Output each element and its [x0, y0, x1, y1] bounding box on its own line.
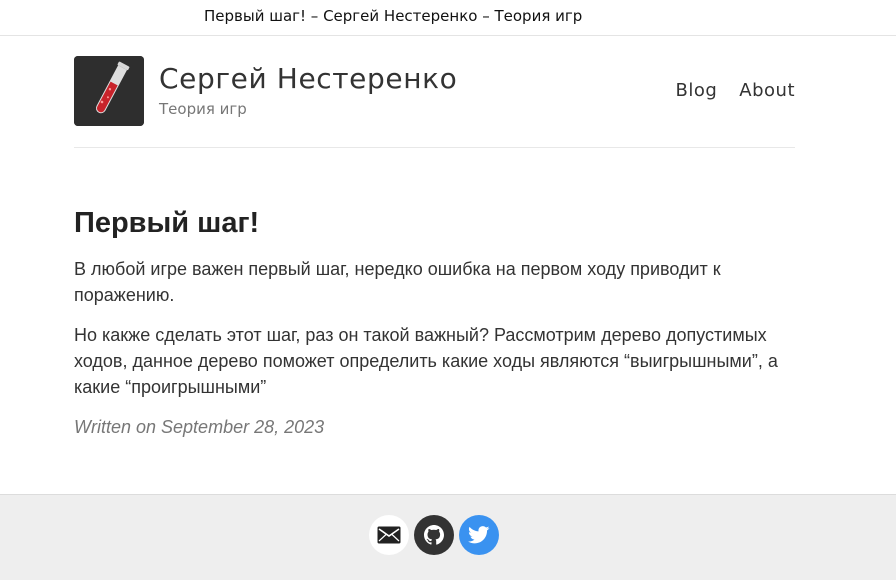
- window-title: Первый шаг! – Сергей Нестеренко – Теория…: [204, 7, 583, 25]
- post-paragraph: Но какже сделать этот шаг, раз он такой …: [74, 325, 778, 397]
- main-nav: Blog About: [675, 80, 795, 101]
- post-date: Written on September 28, 2023: [74, 417, 325, 437]
- post-content: Первый шаг! В любой игре важен первый ша…: [74, 204, 794, 440]
- site-footer: [0, 494, 896, 580]
- github-icon: [424, 525, 444, 545]
- github-link[interactable]: [414, 515, 454, 555]
- site-tagline: Теория игр: [159, 100, 247, 118]
- email-icon: [377, 526, 401, 544]
- site-logo[interactable]: [74, 56, 144, 126]
- nav-link-about[interactable]: About: [739, 80, 795, 101]
- site-name[interactable]: Сергей Нестеренко: [159, 62, 457, 95]
- twitter-link[interactable]: [459, 515, 499, 555]
- social-links: [369, 515, 499, 555]
- post-title: Первый шаг!: [74, 207, 260, 239]
- test-tube-icon: [74, 56, 144, 126]
- twitter-icon: [468, 526, 490, 544]
- nav-link-blog[interactable]: Blog: [675, 80, 717, 101]
- site-header: Сергей Нестеренко Теория игр Blog About: [74, 37, 795, 148]
- post-body: В любой игре важен первый шаг, нередко о…: [74, 256, 794, 400]
- browser-title-bar: Первый шаг! – Сергей Нестеренко – Теория…: [0, 0, 896, 36]
- post-paragraph: В любой игре важен первый шаг, нередко о…: [74, 259, 721, 305]
- email-link[interactable]: [369, 515, 409, 555]
